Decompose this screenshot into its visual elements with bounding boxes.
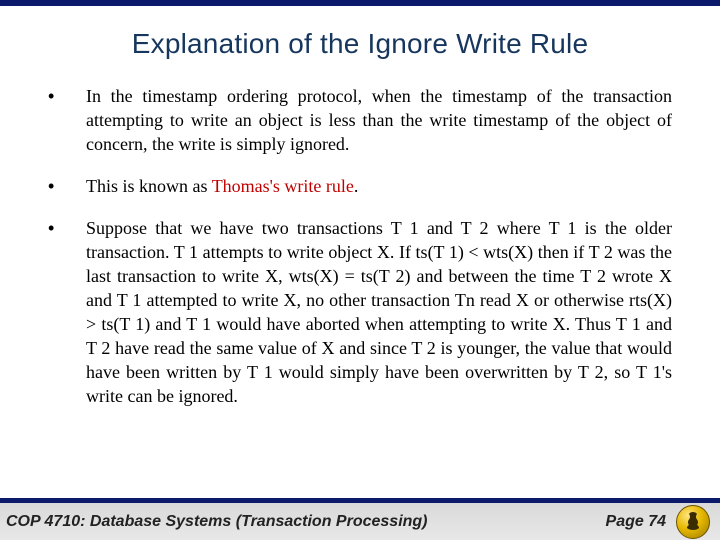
- title-text: Explanation of the Ignore Write Rule: [132, 28, 589, 59]
- slide-title: Explanation of the Ignore Write Rule: [48, 28, 672, 60]
- bullet-text: This is known as Thomas's write rule.: [86, 174, 672, 198]
- bullet-text: Suppose that we have two transactions T …: [86, 216, 672, 408]
- bullet-item: •Suppose that we have two transactions T…: [48, 216, 672, 408]
- footer-bar: COP 4710: Database Systems (Transaction …: [0, 498, 720, 540]
- text-run: This is known as: [86, 176, 212, 196]
- text-run: Suppose that we have two transactions T …: [86, 218, 672, 406]
- ucf-logo-icon: [676, 505, 710, 539]
- text-run: .: [354, 176, 359, 196]
- footer-page: Page 74: [606, 513, 666, 531]
- text-run: In the timestamp ordering protocol, when…: [86, 86, 672, 154]
- footer-course: COP 4710: Database Systems (Transaction …: [6, 513, 606, 531]
- bullet-item: •This is known as Thomas's write rule.: [48, 174, 672, 198]
- bullet-item: •In the timestamp ordering protocol, whe…: [48, 84, 672, 156]
- bullet-text: In the timestamp ordering protocol, when…: [86, 84, 672, 156]
- bullet-dot: •: [48, 216, 86, 408]
- slide-body: Explanation of the Ignore Write Rule •In…: [0, 6, 720, 498]
- bullet-dot: •: [48, 84, 86, 156]
- highlight-text: Thomas's write rule: [212, 176, 354, 196]
- bullet-list: •In the timestamp ordering protocol, whe…: [48, 84, 672, 408]
- bullet-dot: •: [48, 174, 86, 198]
